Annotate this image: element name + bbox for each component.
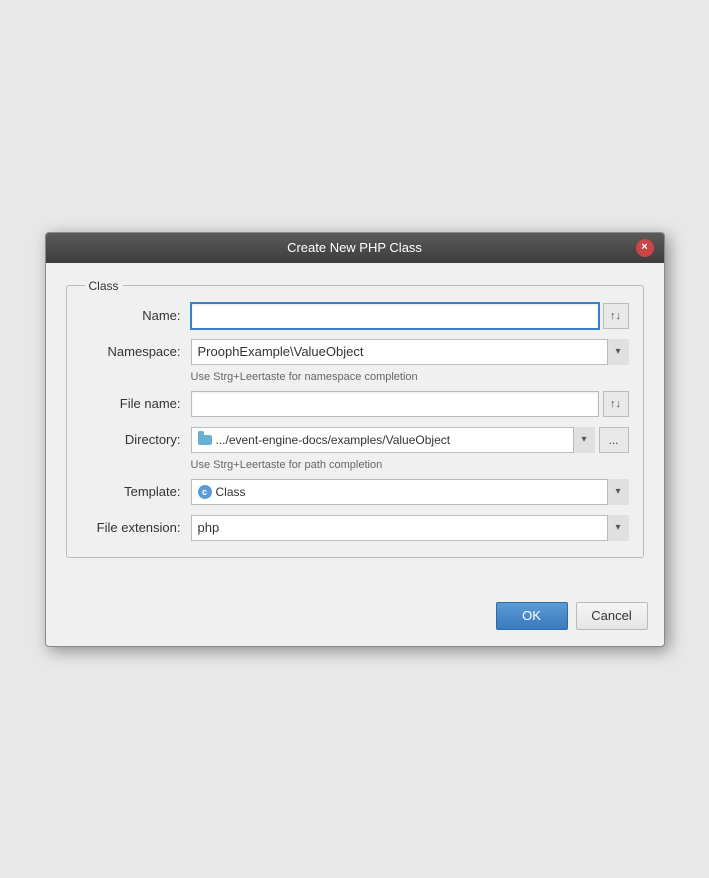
- namespace-label: Namespace:: [81, 344, 191, 359]
- directory-control-wrapper: .../event-engine-docs/examples/ValueObje…: [191, 427, 629, 453]
- fieldset-legend: Class: [85, 279, 123, 293]
- namespace-hint: Use Strg+Leertaste for namespace complet…: [191, 371, 629, 383]
- file-extension-select[interactable]: php: [191, 515, 629, 541]
- directory-select-container: .../event-engine-docs/examples/ValueObje…: [191, 427, 595, 453]
- template-value: Class: [216, 485, 246, 499]
- filename-row: File name: ↑↓: [81, 391, 629, 417]
- class-fieldset: Class Name: ↑↓ Namespace: ProophExample\…: [66, 279, 644, 558]
- file-extension-row: File extension: php ▾: [81, 515, 629, 541]
- template-row: Template: c Class ▾: [81, 479, 629, 505]
- file-extension-select-wrapper: php ▾: [191, 515, 629, 541]
- file-extension-label: File extension:: [81, 520, 191, 535]
- filename-input[interactable]: [191, 391, 599, 417]
- file-extension-control-wrapper: php ▾: [191, 515, 629, 541]
- directory-hint: Use Strg+Leertaste for path completion: [191, 459, 629, 471]
- dialog-body: Class Name: ↑↓ Namespace: ProophExample\…: [46, 263, 664, 594]
- name-row: Name: ↑↓: [81, 303, 629, 329]
- filename-label: File name:: [81, 396, 191, 411]
- close-button[interactable]: ×: [636, 239, 654, 257]
- namespace-row: Namespace: ProophExample\ValueObject ▾: [81, 339, 629, 365]
- namespace-select-wrapper: ProophExample\ValueObject ▾: [191, 339, 629, 365]
- name-input[interactable]: [191, 303, 599, 329]
- dialog-title: Create New PHP Class: [74, 240, 636, 255]
- directory-label: Directory:: [81, 432, 191, 447]
- dialog-footer: OK Cancel: [46, 594, 664, 646]
- namespace-select[interactable]: ProophExample\ValueObject: [191, 339, 629, 365]
- directory-display[interactable]: .../event-engine-docs/examples/ValueObje…: [191, 427, 595, 453]
- directory-row: Directory: .../event-engine-docs/example…: [81, 427, 629, 453]
- name-label: Name:: [81, 308, 191, 323]
- directory-value: .../event-engine-docs/examples/ValueObje…: [216, 433, 451, 447]
- template-display[interactable]: c Class: [191, 479, 629, 505]
- namespace-control-wrapper: ProophExample\ValueObject ▾: [191, 339, 629, 365]
- template-control-wrapper: c Class ▾: [191, 479, 629, 505]
- dialog-overlay: Create New PHP Class × Class Name: ↑↓ Na…: [45, 232, 665, 647]
- dialog-titlebar: Create New PHP Class ×: [46, 233, 664, 263]
- template-class-icon: c: [198, 485, 212, 499]
- name-control-wrapper: ↑↓: [191, 303, 629, 329]
- ok-button[interactable]: OK: [496, 602, 568, 630]
- template-label: Template:: [81, 484, 191, 499]
- create-php-class-dialog: Create New PHP Class × Class Name: ↑↓ Na…: [45, 232, 665, 647]
- filename-control-wrapper: ↑↓: [191, 391, 629, 417]
- filename-sort-button[interactable]: ↑↓: [603, 391, 629, 417]
- browse-button[interactable]: ...: [599, 427, 629, 453]
- folder-icon: [198, 435, 212, 445]
- cancel-button[interactable]: Cancel: [576, 602, 648, 630]
- name-sort-button[interactable]: ↑↓: [603, 303, 629, 329]
- template-select-wrapper: c Class ▾: [191, 479, 629, 505]
